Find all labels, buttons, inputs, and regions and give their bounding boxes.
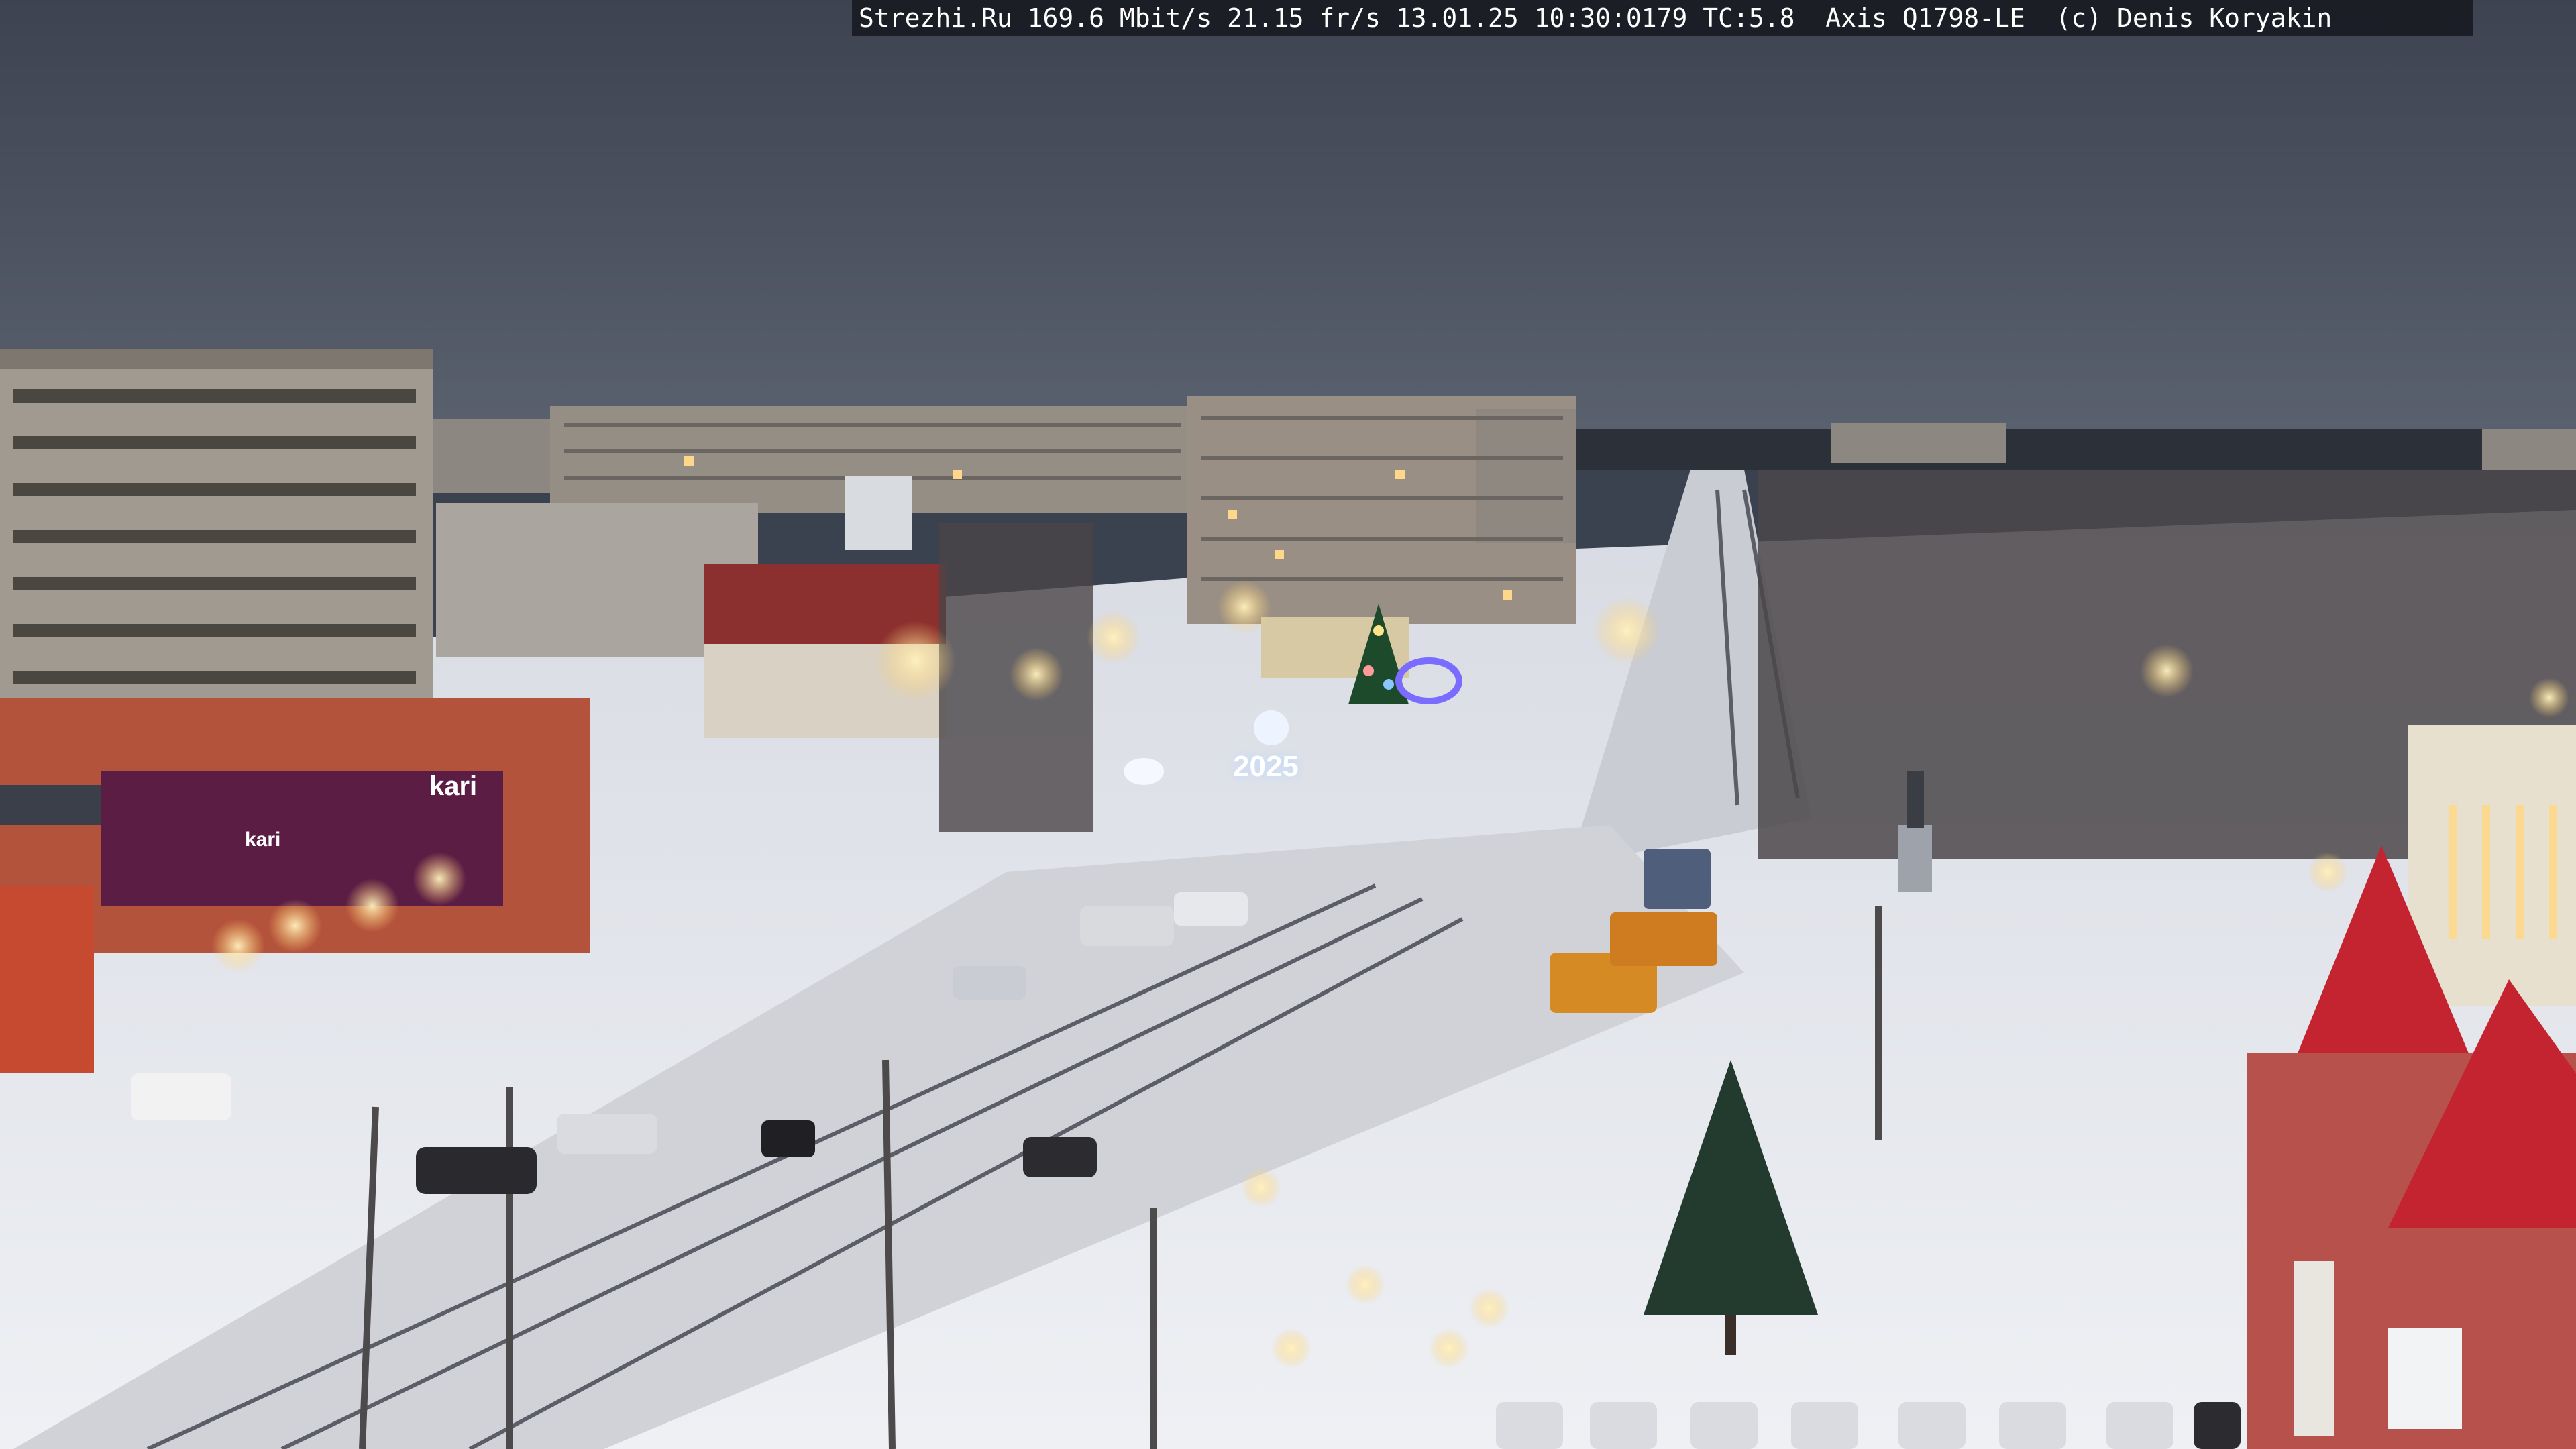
camera-osd-overlay: Strezhi.Ru 169.6 Mbit/s 21.15 fr/s 13.01… — [852, 0, 2473, 36]
distant-forest — [1543, 429, 2576, 470]
monument-pedestal — [1898, 825, 1932, 892]
store-logo-sign: kari — [429, 771, 478, 801]
light-figure-2 — [1124, 758, 1164, 785]
store-logo-sign-2: kari — [245, 828, 281, 851]
light-figure — [1254, 710, 1289, 745]
webcam-frame: kari kari 2025 Strezhi.Ru 169.6 Mbit/s 2… — [0, 0, 2576, 1449]
small-tower — [845, 476, 912, 550]
monument-figure — [1907, 771, 1924, 828]
street-scene — [0, 0, 2576, 1449]
year-light-installation: 2025 — [1233, 750, 1299, 783]
